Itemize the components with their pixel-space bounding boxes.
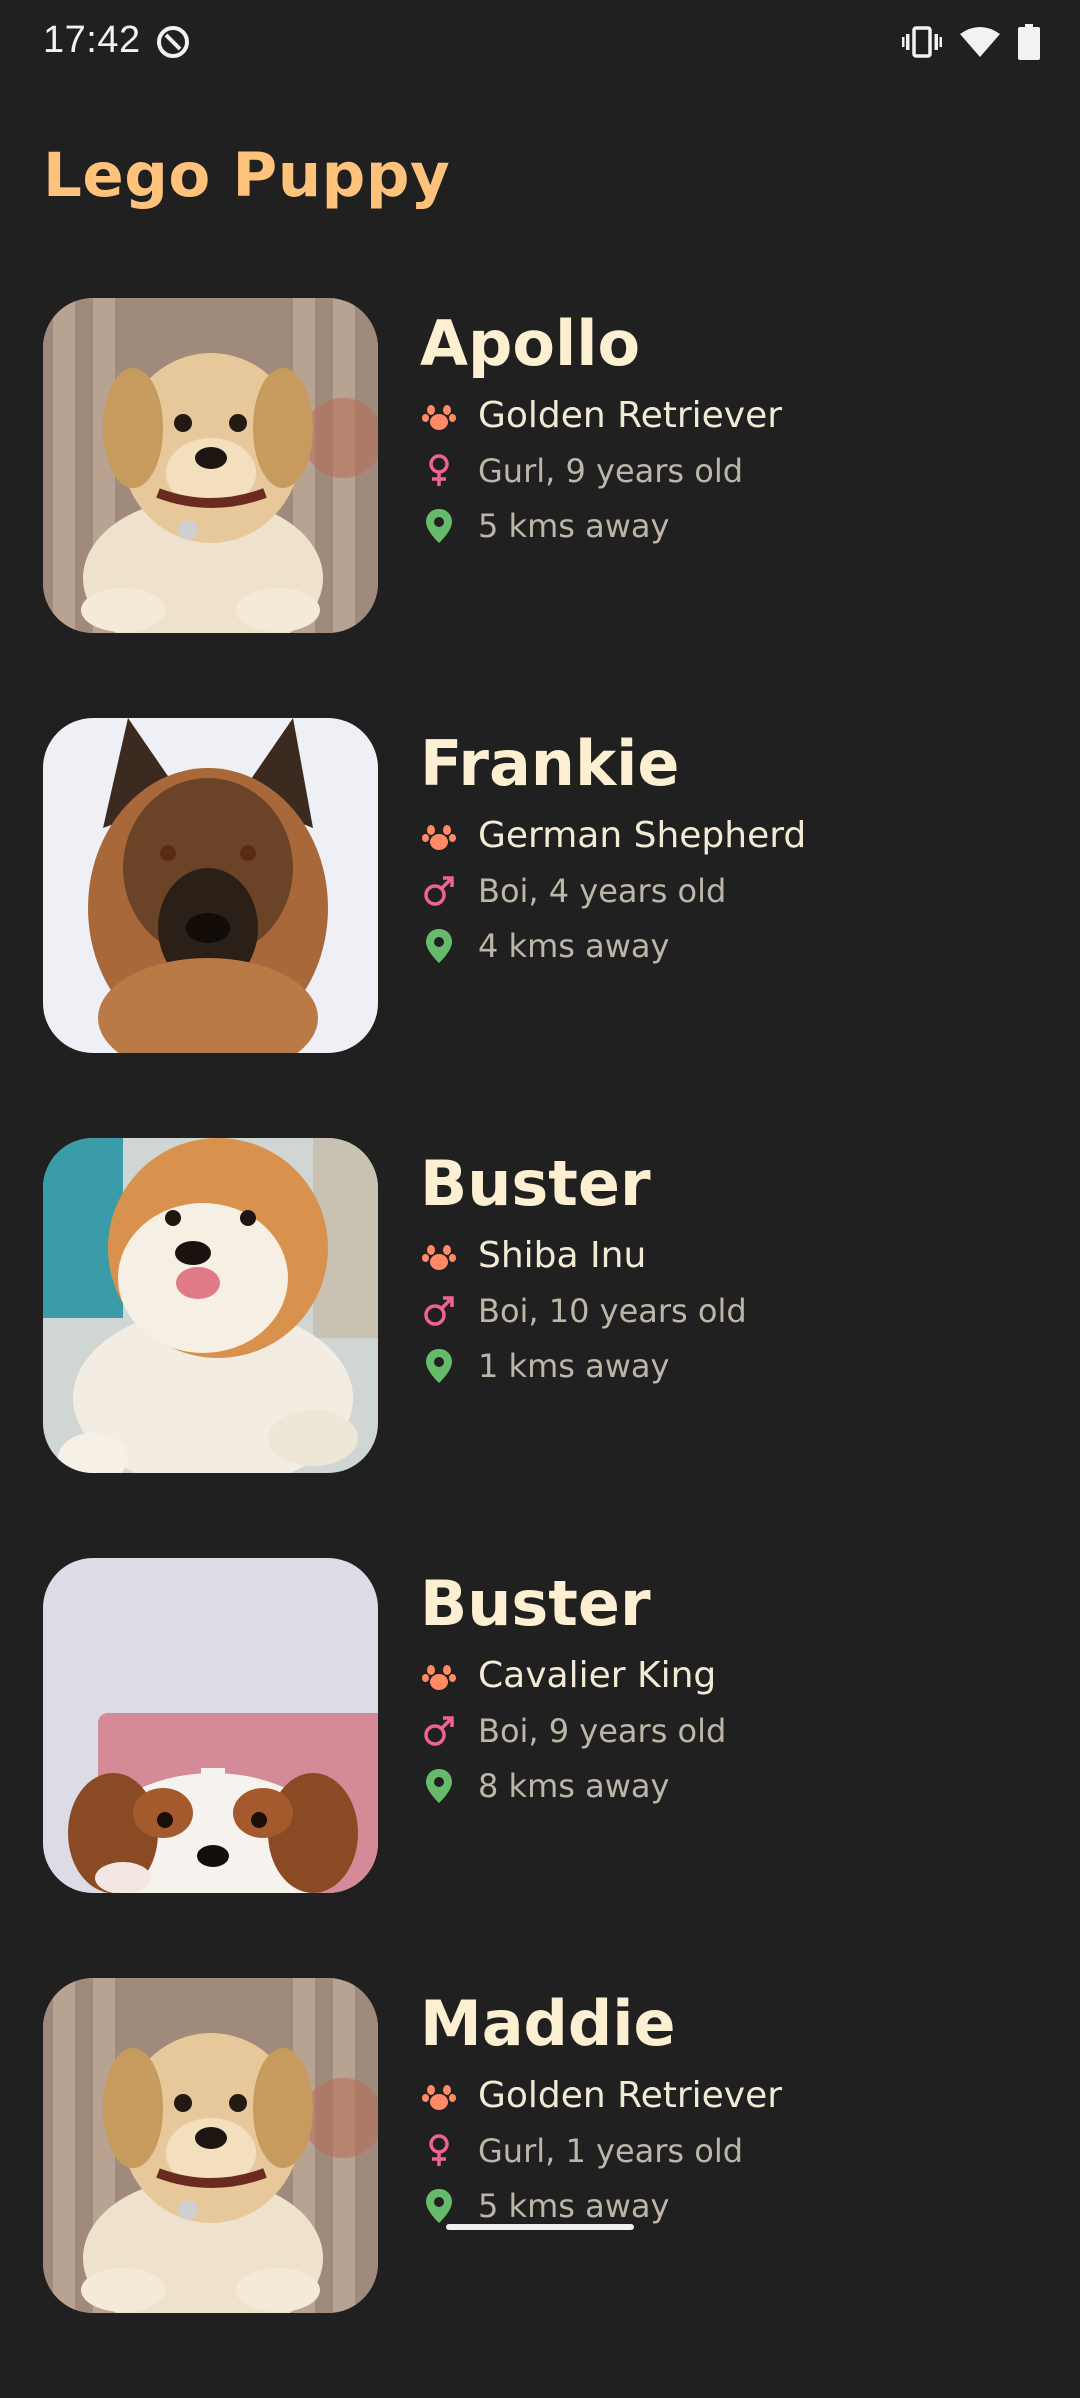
puppy-distance-row: 4 kms away [420,918,806,973]
battery-icon [1018,24,1040,64]
status-bar: 17:42 [0,0,1080,90]
puppy-breed-row: Golden Retriever [420,2068,782,2123]
puppy-name: Maddie [420,1987,676,2060]
location-pin-icon [420,1347,458,1385]
puppy-gender-age-row: Gurl, 9 years old [420,443,782,498]
location-pin-icon [420,507,458,545]
puppy-info: Maddie Golden Retriever Gurl, 1 years ol… [420,1988,782,2233]
paw-icon [420,397,458,435]
puppy-breed: Cavalier King [478,1655,717,1696]
shiba-inu-photo [43,1138,378,1473]
golden-retriever-photo [43,298,378,633]
wifi-icon [960,26,1000,62]
puppy-gender-age-row: Boi, 9 years old [420,1703,726,1758]
cavalier-king-photo [43,1558,378,1893]
puppy-gender-age: Boi, 4 years old [478,871,727,910]
puppy-distance: 5 kms away [478,506,670,545]
location-pin-icon [420,927,458,965]
home-indicator[interactable] [446,2224,634,2230]
puppy-distance: 4 kms away [478,926,670,965]
puppy-info: Buster Cavalier King Boi, 9 years old 8 … [420,1568,726,1813]
female-icon [420,2132,458,2170]
puppy-gender-age: Boi, 9 years old [478,1711,727,1750]
puppy-list-item[interactable]: Buster Shiba Inu Boi, 10 years old 1 kms… [0,1138,1080,1558]
vibrate-icon [902,25,942,63]
puppy-distance-row: 5 kms away [420,498,782,553]
female-icon [420,452,458,490]
puppy-distance-row: 1 kms away [420,1338,747,1393]
puppy-name: Buster [420,1147,651,1220]
paw-icon [420,817,458,855]
puppy-gender-age: Gurl, 1 years old [478,2131,744,2170]
puppy-gender-age-row: Boi, 4 years old [420,863,806,918]
puppy-breed-row: Golden Retriever [420,388,782,443]
male-icon [420,1292,458,1330]
puppy-breed: German Shepherd [478,815,807,856]
puppy-distance-row: 8 kms away [420,1758,726,1813]
puppy-info: Frankie German Shepherd Boi, 4 years old… [420,728,806,973]
paw-icon [420,1657,458,1695]
puppy-breed-row: Cavalier King [420,1648,726,1703]
app-title: Lego Puppy [43,140,451,211]
puppy-breed: Golden Retriever [478,2075,783,2116]
puppy-info: Apollo Golden Retriever Gurl, 9 years ol… [420,308,782,553]
puppy-info: Buster Shiba Inu Boi, 10 years old 1 kms… [420,1148,747,1393]
status-time: 17:42 [43,19,141,61]
puppy-name: Frankie [420,727,680,800]
german-shepherd-photo [43,718,378,1053]
puppy-breed: Shiba Inu [478,1235,647,1276]
location-pin-icon [420,2187,458,2225]
puppy-name: Buster [420,1567,651,1640]
puppy-list-item[interactable]: Maddie Golden Retriever Gurl, 1 years ol… [0,1978,1080,2398]
puppy-list-item[interactable]: Buster Cavalier King Boi, 9 years old 8 … [0,1558,1080,1978]
puppy-list[interactable]: Apollo Golden Retriever Gurl, 9 years ol… [0,298,1080,2398]
puppy-breed: Golden Retriever [478,395,783,436]
puppy-breed-row: German Shepherd [420,808,806,863]
puppy-gender-age-row: Boi, 10 years old [420,1283,747,1338]
paw-icon [420,2077,458,2115]
puppy-list-item[interactable]: Apollo Golden Retriever Gurl, 9 years ol… [0,298,1080,718]
puppy-list-item[interactable]: Frankie German Shepherd Boi, 4 years old… [0,718,1080,1138]
do-not-disturb-icon [155,24,191,60]
paw-icon [420,1237,458,1275]
male-icon [420,1712,458,1750]
male-icon [420,872,458,910]
golden-retriever-photo [43,1978,378,2313]
puppy-name: Apollo [420,307,641,380]
puppy-gender-age: Gurl, 9 years old [478,451,744,490]
location-pin-icon [420,1767,458,1805]
puppy-gender-age-row: Gurl, 1 years old [420,2123,782,2178]
puppy-distance: 5 kms away [478,2186,670,2225]
puppy-gender-age: Boi, 10 years old [478,1291,747,1330]
puppy-distance: 8 kms away [478,1766,670,1805]
puppy-breed-row: Shiba Inu [420,1228,747,1283]
puppy-distance: 1 kms away [478,1346,670,1385]
